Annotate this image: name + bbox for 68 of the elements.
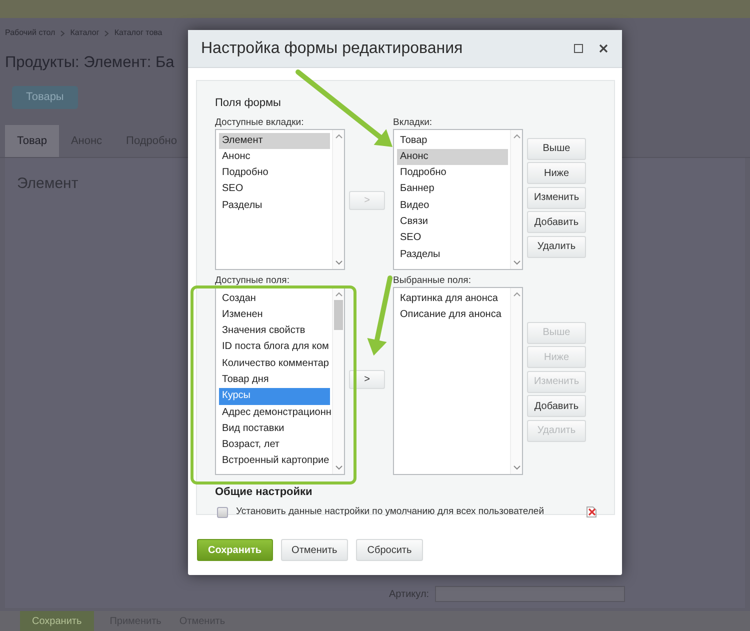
list-item[interactable]: ID поста блога для ком <box>219 339 330 356</box>
scroll-thumb[interactable] <box>334 300 343 330</box>
list-item[interactable]: Изменен <box>219 306 330 324</box>
list-label: Выбранные поля: <box>393 274 472 286</box>
list-box[interactable]: Товар Анонс Подробно Баннер Видео Связи SEO Разделы <box>393 128 523 270</box>
scrollbar[interactable] <box>332 288 344 474</box>
list-item[interactable]: Описание для анонса <box>397 306 508 324</box>
list-item[interactable]: Товар <box>397 132 508 149</box>
scroll-down-icon <box>513 260 521 266</box>
close-icon[interactable] <box>599 44 608 53</box>
list-item[interactable]: Связи <box>397 214 508 230</box>
list-action-button[interactable]: Изменить <box>527 186 586 208</box>
list-item[interactable]: Встроенный картоприе <box>219 453 330 470</box>
checkbox-label: Установить данные настройки по умолчанию для всех пользователей <box>236 506 546 518</box>
list-item[interactable]: Разделы <box>397 246 508 263</box>
list-item[interactable]: Создан <box>219 290 330 307</box>
checkbox[interactable] <box>217 506 228 518</box>
list-item[interactable]: Анонс <box>397 148 508 166</box>
move-button[interactable]: > <box>349 370 385 388</box>
list-box[interactable]: Картинка для анонса Описание для анонса <box>393 286 523 474</box>
scroll-down-icon <box>335 464 343 470</box>
delete-icon[interactable] <box>586 506 597 518</box>
scroll-down-icon <box>513 464 521 470</box>
input-field[interactable] <box>435 586 626 602</box>
maximize-icon[interactable] <box>574 44 583 53</box>
scroll-down-icon <box>335 260 343 266</box>
list-item[interactable]: Адрес демонстрационн <box>219 404 330 421</box>
list-item[interactable]: Подробно <box>219 165 330 182</box>
list-box[interactable]: Создан Изменен Значения свойств ID поста блога для ком Количество комментар Товар дня Курсы Адрес демонстрационн Вид поставки Возраст, лет Встроенный картоприе <box>215 286 345 474</box>
list-item[interactable]: Количество комментар <box>219 356 330 372</box>
list-item[interactable]: Подробно <box>397 165 508 182</box>
list-label: Вкладки: <box>393 116 434 128</box>
list-action-button[interactable]: Добавить <box>527 395 586 417</box>
list-item[interactable]: SEO <box>397 230 508 247</box>
dialog-button[interactable]: Сбросить <box>356 539 423 561</box>
scrollbar[interactable] <box>510 130 522 268</box>
list-item[interactable]: Анонс <box>219 148 330 166</box>
list-label: Доступные вкладки: <box>215 116 305 128</box>
list-item[interactable]: Вид поставки <box>219 420 330 438</box>
list-item[interactable]: Элемент <box>219 132 330 149</box>
section-heading: Поля формы <box>215 96 282 111</box>
scroll-up-icon <box>513 132 521 138</box>
list-action-button[interactable]: Удалить <box>527 236 586 258</box>
list-action-button[interactable]: Выше <box>527 138 586 160</box>
list-item[interactable]: Видео <box>397 198 508 214</box>
list-action-button[interactable]: Ниже <box>527 162 586 184</box>
page-title: Продукты: Элемент: Ба <box>5 53 174 73</box>
list-item[interactable]: Разделы <box>219 198 330 214</box>
scroll-up-icon <box>335 290 343 296</box>
list-item[interactable]: Возраст, лет <box>219 437 330 454</box>
list-item[interactable]: Картинка для анонса <box>397 290 508 307</box>
list-label: Доступные поля: <box>215 274 290 286</box>
list-box[interactable]: Элемент Анонс Подробно SEO Разделы <box>215 128 345 270</box>
scrollbar[interactable] <box>510 288 522 474</box>
list-item[interactable]: Баннер <box>397 181 508 198</box>
scroll-up-icon <box>513 290 521 296</box>
list-item[interactable]: Значения свойств <box>219 323 330 340</box>
scrollbar[interactable] <box>332 130 344 268</box>
dialog-title: Настройка формы редактирования <box>201 38 464 58</box>
tab[interactable]: Товар <box>5 124 59 157</box>
scroll-up-icon <box>335 132 343 138</box>
list-item[interactable]: SEO <box>219 181 330 198</box>
list-action-button[interactable]: Добавить <box>527 211 586 233</box>
chevron-icon <box>104 30 110 36</box>
dialog-button[interactable]: Отменить <box>280 539 348 561</box>
chevron-icon <box>60 30 66 36</box>
list-item[interactable]: Товар дня <box>219 372 330 388</box>
section-heading: Общие настройки <box>215 484 314 500</box>
